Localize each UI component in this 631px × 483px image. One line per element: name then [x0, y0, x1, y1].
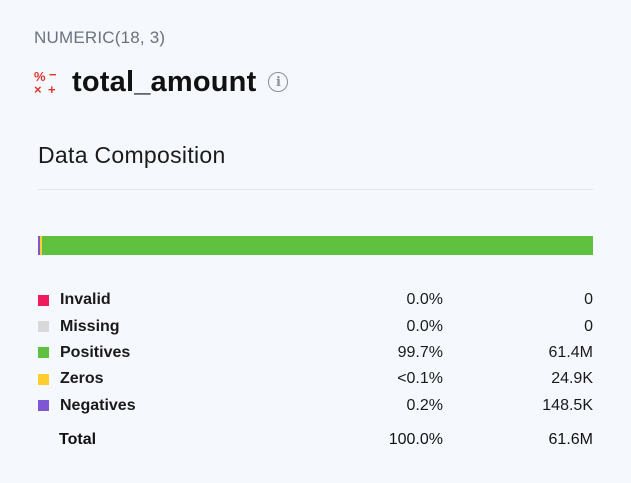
- legend-count: 0: [584, 291, 593, 309]
- legend-percent: 0.2%: [406, 396, 443, 414]
- legend-percent: 0.0%: [406, 291, 443, 309]
- legend-label: Negatives: [60, 396, 136, 414]
- info-icon[interactable]: i: [268, 72, 289, 92]
- legend-percent: 0.0%: [406, 317, 443, 335]
- legend-row-invalid: Invalid 0.0% 0: [38, 287, 593, 313]
- total-percent: 100.0%: [388, 431, 443, 448]
- legend-swatch-invalid: [38, 294, 49, 306]
- legend-label: Missing: [60, 317, 120, 335]
- legend-count: 24.9K: [551, 370, 593, 388]
- legend-row-negatives: Negatives 0.2% 148.5K: [38, 393, 593, 419]
- column-name: total_amount: [72, 65, 257, 98]
- total-count: 61.6M: [548, 431, 593, 448]
- section-title: Data Composition: [38, 142, 226, 168]
- bar-segment-positives: [42, 236, 593, 255]
- column-type-label: NUMERIC(18, 3): [34, 28, 166, 47]
- total-row: Total 100.0% 61.6M: [38, 427, 593, 453]
- composition-bar: [38, 236, 593, 255]
- legend-swatch-zeros: [38, 373, 49, 385]
- legend-swatch-missing: [38, 321, 49, 333]
- legend-label: Positives: [60, 343, 131, 361]
- composition-legend: Invalid 0.0% 0 Missing 0.0% 0 Positives 99.7% 61…: [38, 287, 593, 419]
- column-profile-panel: NUMERIC(18, 3) % − × + total_amount i Da…: [0, 0, 631, 483]
- legend-count: 148.5K: [542, 396, 593, 414]
- legend-row-zeros: Zeros <0.1% 24.9K: [38, 366, 593, 392]
- column-header: % − × + total_amount i: [34, 62, 289, 102]
- legend-row-missing: Missing 0.0% 0: [38, 313, 593, 339]
- divider: [38, 189, 593, 190]
- legend-count: 0: [584, 317, 593, 335]
- legend-swatch-positives: [38, 347, 49, 359]
- legend-swatch-negatives: [38, 400, 49, 412]
- legend-label: Zeros: [60, 370, 104, 388]
- legend-percent: <0.1%: [397, 370, 443, 388]
- legend-percent: 99.7%: [397, 343, 443, 361]
- numeric-type-icon: % − × +: [34, 67, 57, 97]
- legend-label: Invalid: [60, 291, 111, 309]
- legend-count: 61.4M: [548, 343, 593, 361]
- total-label: Total: [59, 431, 97, 448]
- legend-row-positives: Positives 99.7% 61.4M: [38, 340, 593, 366]
